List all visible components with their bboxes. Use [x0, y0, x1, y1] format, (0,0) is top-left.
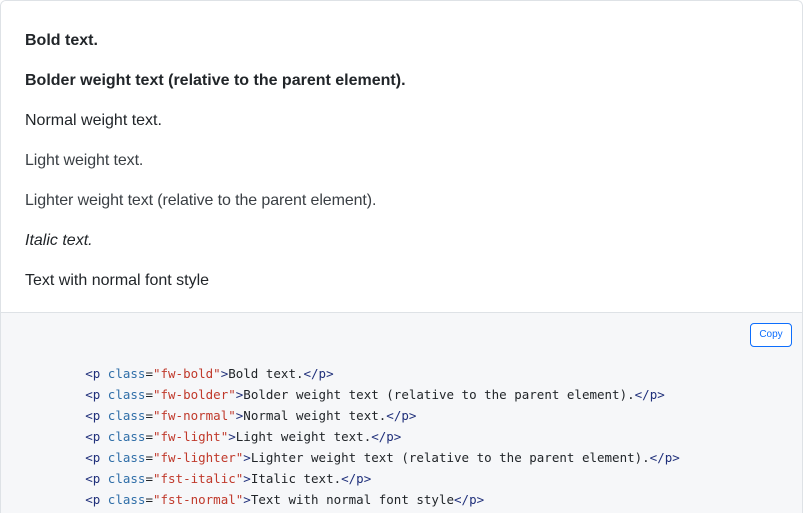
example-normal-text: Normal weight text.	[25, 112, 162, 129]
code-attr: class	[107, 366, 146, 381]
code-attr: class	[107, 429, 146, 444]
code-attr-value: "fst-italic"	[152, 471, 244, 486]
code-attr: class	[107, 492, 146, 507]
code-line: <p class="fw-bold">Bold text.</p>	[25, 342, 778, 381]
code-tag-open: <p	[85, 366, 108, 381]
code-equals: =	[145, 408, 153, 423]
code-attr-value: "fw-normal"	[152, 408, 236, 423]
code-tag-open: <p	[85, 429, 108, 444]
example-italic-text: Italic text.	[25, 232, 93, 249]
code-tag-open: <p	[85, 492, 108, 507]
code-content: Bolder weight text (relative to the pare…	[243, 387, 635, 402]
code-content: Text with normal font style	[250, 492, 455, 507]
code-attr: class	[107, 471, 146, 486]
code-tag-open: <p	[85, 471, 108, 486]
code-attr-value: "fw-bolder"	[152, 387, 236, 402]
code-tag-open: <p	[85, 408, 108, 423]
code-equals: =	[145, 450, 153, 465]
code-equals: =	[145, 387, 153, 402]
code-content: Bold text.	[228, 366, 304, 381]
code-tag-close-bracket: >	[243, 492, 251, 507]
code-attr-value: "fst-normal"	[152, 492, 244, 507]
code-content: Light weight text.	[235, 429, 372, 444]
code-equals: =	[145, 429, 153, 444]
code-tag-open: <p	[85, 450, 108, 465]
docs-example-frame: Bold text. Bolder weight text (relative …	[0, 0, 803, 513]
example-bold-text: Bold text.	[25, 32, 98, 49]
example-normal-style-text: Text with normal font style	[25, 272, 210, 289]
code-tag-close-bracket: >	[243, 450, 251, 465]
code-content: Lighter weight text (relative to the par…	[250, 450, 650, 465]
code-attr-value: "fw-light"	[152, 429, 229, 444]
code-tag-close: </p>	[386, 408, 417, 423]
example-bolder-text: Bolder weight text (relative to the pare…	[25, 72, 406, 89]
copy-button[interactable]: Copy	[750, 323, 792, 347]
code-tag-close: </p>	[634, 387, 665, 402]
code-content: Normal weight text.	[243, 408, 387, 423]
code-tag-close: </p>	[341, 471, 372, 486]
code-snippet-panel: Copy <p class="fw-bold">Bold text.</p> <…	[1, 313, 802, 513]
code-tag-close-bracket: >	[228, 429, 236, 444]
code-equals: =	[145, 492, 153, 507]
code-attr-value: "fw-bold"	[152, 366, 221, 381]
code-tag-close: </p>	[454, 492, 485, 507]
code-tag-close: </p>	[649, 450, 680, 465]
example-preview: Bold text. Bolder weight text (relative …	[1, 1, 802, 313]
code-equals: =	[145, 471, 153, 486]
code-attr-value: "fw-lighter"	[152, 450, 244, 465]
code-block: <p class="fw-bold">Bold text.</p> <p cla…	[25, 342, 778, 507]
code-tag-open: <p	[85, 387, 108, 402]
code-tag-close-bracket: >	[243, 471, 251, 486]
code-content: Italic text.	[250, 471, 342, 486]
code-attr: class	[107, 387, 146, 402]
example-lighter-text: Lighter weight text (relative to the par…	[25, 192, 377, 209]
code-tag-close: </p>	[371, 429, 402, 444]
code-tag-close: </p>	[303, 366, 334, 381]
code-attr: class	[107, 450, 146, 465]
code-attr: class	[107, 408, 146, 423]
code-equals: =	[145, 366, 153, 381]
example-light-text: Light weight text.	[25, 152, 144, 169]
